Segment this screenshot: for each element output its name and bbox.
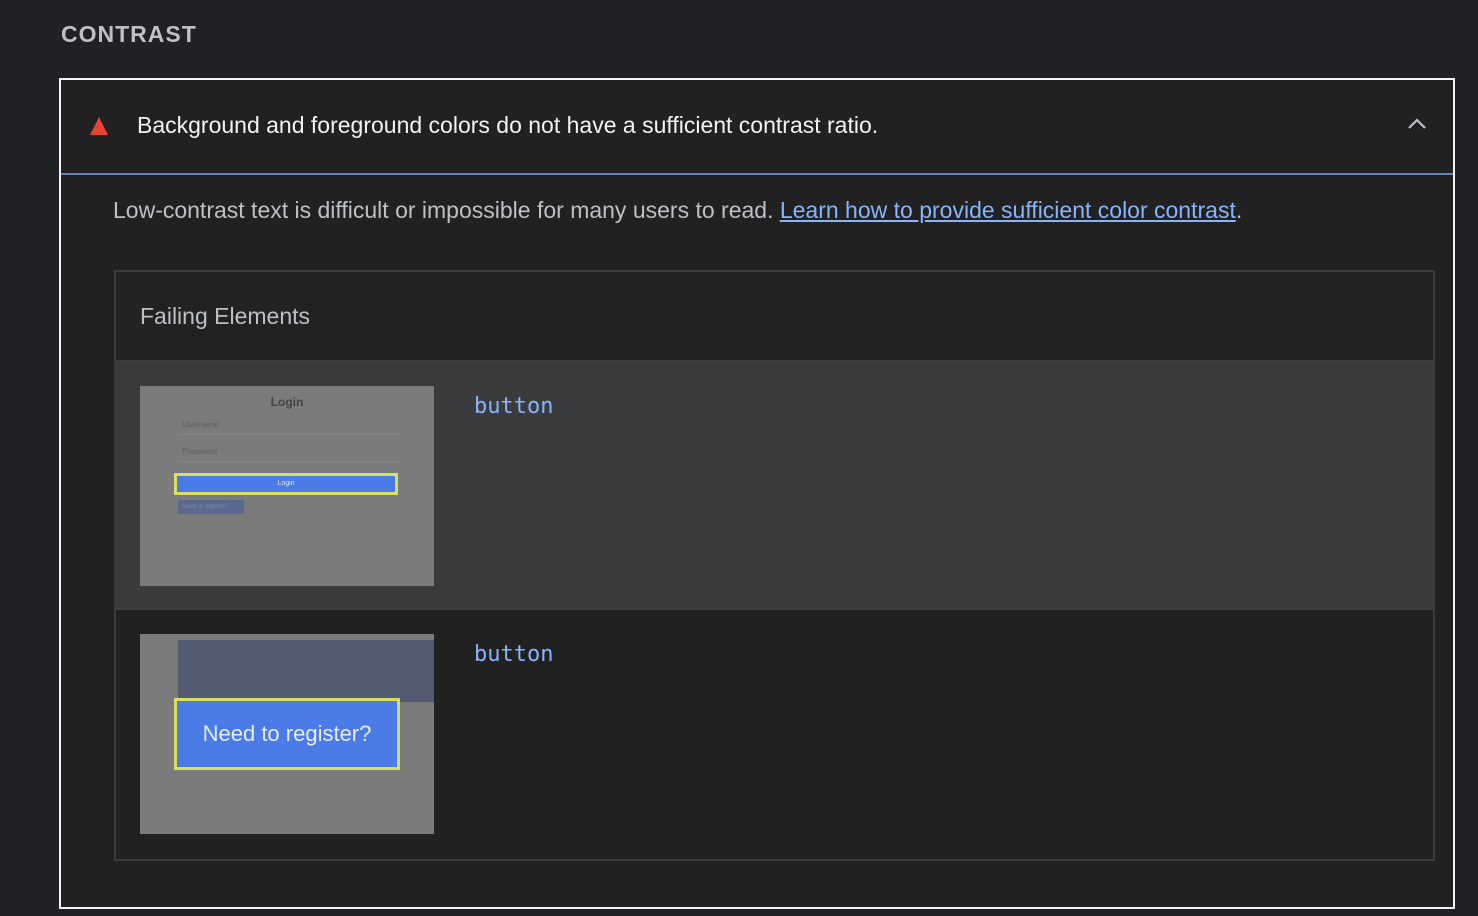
thumbnail-highlighted-button: Login — [174, 473, 398, 495]
chevron-up-icon[interactable] — [1406, 116, 1428, 132]
description-text: Low-contrast text is difficult or imposs… — [113, 197, 780, 223]
learn-more-link[interactable]: Learn how to provide sufficient color co… — [780, 197, 1236, 223]
element-screenshot: Login Username Password Login Need to re… — [140, 386, 434, 586]
table-header: Failing Elements — [116, 272, 1433, 362]
audit-title: Background and foreground colors do not … — [137, 112, 879, 138]
thumbnail-password-placeholder: Password — [182, 447, 218, 456]
thumbnail-username-field: Username — [178, 416, 400, 435]
thumbnail-title: Login — [270, 395, 304, 409]
audit-header[interactable]: Background and foreground colors do not … — [61, 80, 1453, 175]
node-snippet[interactable]: button — [474, 394, 553, 419]
thumbnail-highlighted-button: Need to register? — [174, 698, 400, 770]
element-screenshot: Need to register? — [140, 634, 434, 834]
thumbnail-password-field: Password — [178, 443, 400, 462]
thumbnail-username-placeholder: Username — [182, 420, 219, 429]
contrast-audit: Background and foreground colors do not … — [59, 78, 1455, 909]
table-row[interactable]: Login Username Password Login Need to re… — [116, 362, 1433, 610]
audit-description: Low-contrast text is difficult or imposs… — [113, 197, 1242, 224]
node-snippet[interactable]: button — [474, 642, 553, 667]
failing-elements-table: Failing Elements Login Username Password… — [114, 270, 1435, 861]
description-end: . — [1235, 197, 1243, 223]
table-row[interactable]: Need to register? button — [116, 610, 1433, 858]
warning-triangle-icon — [90, 117, 108, 135]
section-title: CONTRAST — [61, 21, 197, 47]
thumbnail-background-block — [178, 640, 434, 702]
table-header-label: Failing Elements — [140, 303, 311, 329]
thumbnail-secondary-button: Need to register? — [178, 500, 244, 514]
